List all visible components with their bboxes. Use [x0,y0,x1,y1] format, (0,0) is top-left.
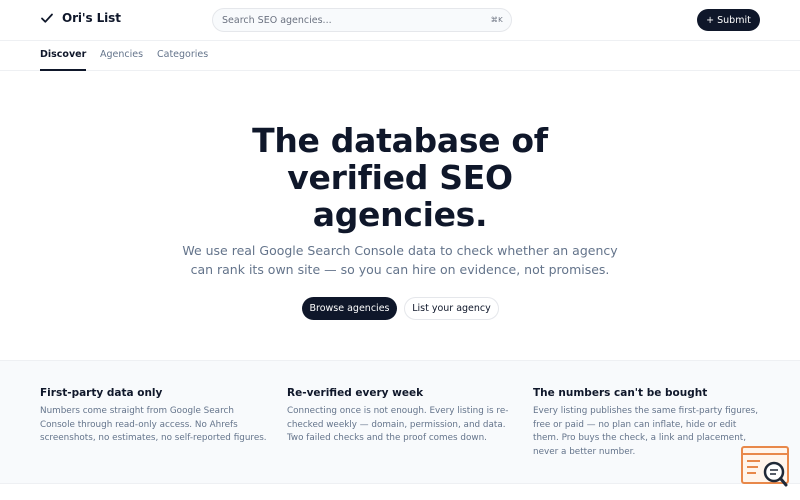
feature-body-line: checked weekly — domain, permission, and… [287,419,506,430]
feature-card: First-party data only Numbers come strai… [40,387,268,446]
feature-body-line: screenshots, no estimates, no self-repor… [40,433,267,443]
hero-title-line: verified SEO [287,158,513,197]
feature-title: The numbers can't be bought [533,387,708,399]
feature-body-line: free or paid — no plan can inflate, hide… [533,419,737,430]
search-shortcut: ⌘K [490,16,503,24]
feature-body-line: them. Pro buys the check, a link and pla… [533,433,747,443]
tab-agencies[interactable]: Agencies [100,41,143,71]
feature-body-line: never a better number. [533,446,636,457]
tab-categories[interactable]: Categories [157,41,208,71]
feature-body-line: Two failed checks and the proof comes do… [287,433,487,443]
search-document-icon [741,446,789,487]
nav-tabs: Discover Agencies Categories [0,41,800,71]
hero-title-line: The database of [252,121,548,160]
search-placeholder: Search SEO agencies... [222,14,332,26]
hero-subtitle-line: can rank its own site — so you can hire … [190,262,610,277]
tab-discover[interactable]: Discover [40,41,87,71]
hero-subtitle-line: We use real Google Search Console data t… [182,243,618,258]
feature-body-line: Every listing publishes the same first-p… [533,406,759,416]
check-icon [41,13,53,23]
submit-button[interactable]: + Submit [697,9,760,31]
logo-text: Ori's List [62,11,121,25]
search-input[interactable]: Search SEO agencies... ⌘K [212,8,512,32]
top-header: Ori's List Search SEO agencies... ⌘K + S… [0,0,800,41]
feature-title: Re-verified every week [287,387,424,399]
feature-body: Every listing publishes the same first-p… [533,405,761,459]
list-your-agency-button[interactable]: List your agency [404,297,499,320]
feature-body-line: Connecting once is not enough. Every lis… [287,406,509,416]
hero-title: The database of verified SEO agencies. [0,122,800,233]
logo[interactable]: Ori's List [40,11,121,25]
feature-body-line: Console through read-only access. No Ahr… [40,419,238,430]
feature-card: The numbers can't be bought Every listin… [533,387,761,459]
feature-body-line: Numbers come straight from Google Search [40,406,234,416]
browse-agencies-button[interactable]: Browse agencies [302,297,397,320]
feature-card: Re-verified every week Connecting once i… [287,387,515,446]
feature-title: First-party data only [40,387,163,399]
hero-subtitle: We use real Google Search Console data t… [0,241,800,279]
search-document-badge[interactable] [740,445,794,489]
features-section: First-party data only Numbers come strai… [0,360,800,484]
feature-body: Connecting once is not enough. Every lis… [287,405,515,446]
hero-title-line: agencies. [312,195,488,234]
feature-body: Numbers come straight from Google Search… [40,405,268,446]
